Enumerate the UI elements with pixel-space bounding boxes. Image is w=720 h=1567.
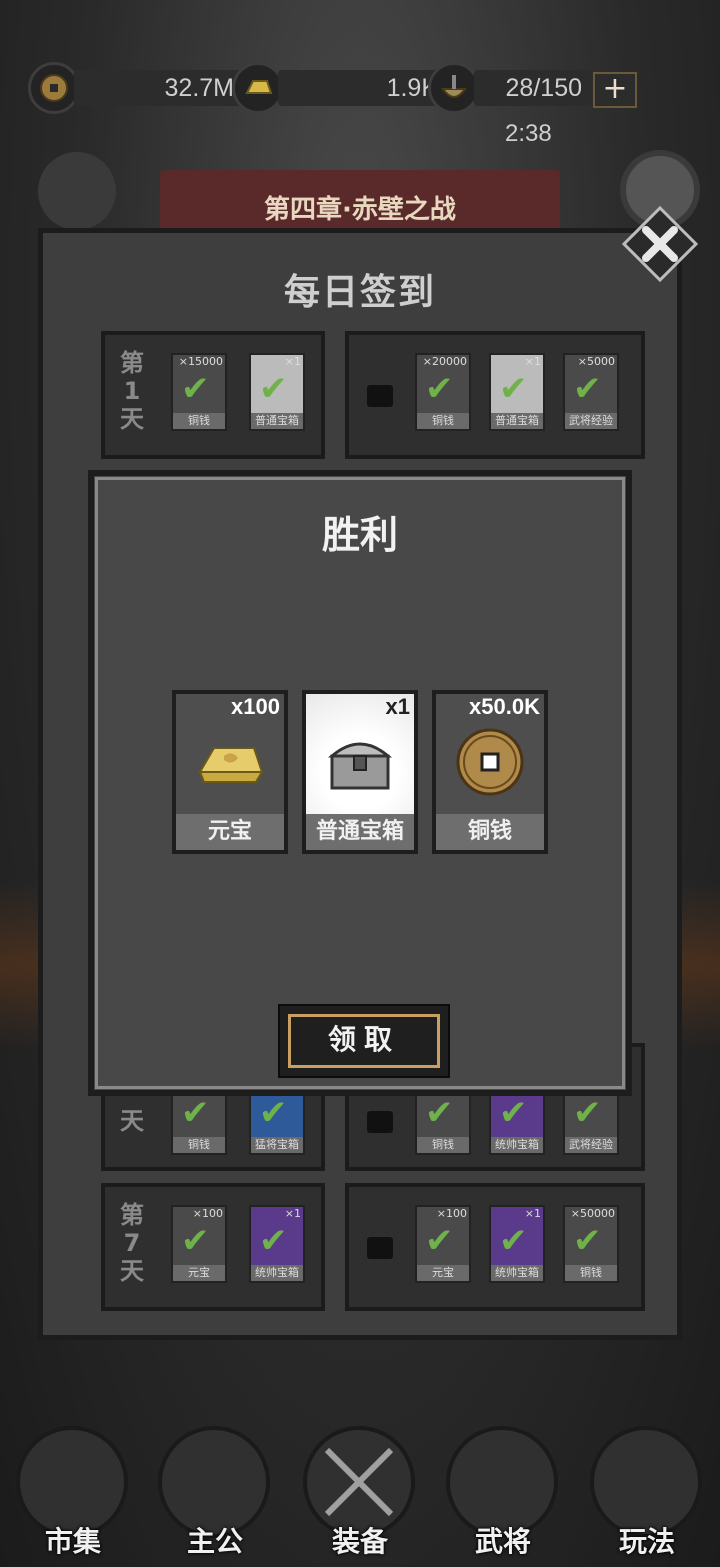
check-icon: ✔ bbox=[259, 1093, 288, 1133]
day1-card[interactable]: 第1天 ×15000 ✔ 铜钱 ×1 ✔ 普通宝箱 bbox=[101, 331, 325, 459]
gold-ingot-icon bbox=[232, 62, 284, 114]
video-camera-icon bbox=[367, 1237, 393, 1259]
reward-item: ×1 ✔ 普通宝箱 bbox=[249, 353, 305, 431]
reward-item: ×50000 ✔ 铜钱 bbox=[563, 1205, 619, 1283]
victory-modal: 胜利 x100 元宝 x1 普通宝箱 x50.0K 铜钱 领取 bbox=[88, 470, 632, 1096]
day7-video-card[interactable]: ×100 ✔ 元宝 ×1 ✔ 统帅宝箱 ×50000 ✔ 铜钱 bbox=[345, 1183, 645, 1311]
reward-item: ×1 ✔ 统帅宝箱 bbox=[489, 1205, 545, 1283]
check-icon: ✔ bbox=[573, 369, 602, 409]
claim-button[interactable]: 领取 bbox=[278, 1004, 450, 1078]
reward-item-yuanbao[interactable]: x100 元宝 bbox=[172, 690, 288, 854]
check-icon: ✔ bbox=[425, 1093, 454, 1133]
check-icon: ✔ bbox=[181, 1221, 210, 1261]
book-icon[interactable] bbox=[38, 152, 116, 230]
stamina-timer: 2:38 bbox=[505, 120, 552, 147]
gold-ingot-icon bbox=[198, 747, 264, 783]
reward-item: ×15000 ✔ 铜钱 bbox=[171, 353, 227, 431]
chapter-banner: 第四章·赤壁之战 bbox=[160, 170, 560, 230]
day1-label: 第1天 bbox=[120, 349, 144, 433]
claim-button-label: 领取 bbox=[288, 1014, 440, 1068]
close-icon bbox=[621, 205, 699, 283]
day1-video-card[interactable]: ×20000 ✔ 铜钱 ×1 ✔ 普通宝箱 ×5000 ✔ 武将经验 bbox=[345, 331, 645, 459]
gold-value: 1.9K bbox=[278, 70, 448, 106]
video-camera-icon bbox=[367, 1111, 393, 1133]
check-icon: ✔ bbox=[499, 369, 528, 409]
stamina-value: 28/150 bbox=[474, 70, 592, 106]
check-icon: ✔ bbox=[425, 1221, 454, 1261]
treasure-chest-icon bbox=[327, 742, 393, 790]
day7-label: 第7天 bbox=[120, 1201, 144, 1285]
day7-card[interactable]: 第7天 ×100 ✔ 元宝 ×1 ✔ 统帅宝箱 bbox=[101, 1183, 325, 1311]
nav-generals[interactable]: 武将 bbox=[440, 1408, 566, 1558]
reward-item: ×100 ✔ 元宝 bbox=[415, 1205, 471, 1283]
reward-item: ×1 ✔ 统帅宝箱 bbox=[249, 1205, 305, 1283]
reward-item: ×20000 ✔ 铜钱 bbox=[415, 353, 471, 431]
check-icon: ✔ bbox=[499, 1093, 528, 1133]
add-stamina-button[interactable]: + bbox=[593, 72, 637, 108]
coins-value: 32.7M bbox=[74, 70, 244, 106]
incense-pot-icon bbox=[428, 62, 480, 114]
nav-equipment[interactable]: 装备 bbox=[297, 1408, 423, 1558]
check-icon: ✔ bbox=[259, 369, 288, 409]
day6-label: 天 bbox=[120, 1107, 144, 1135]
nav-market[interactable]: 市集 bbox=[10, 1408, 136, 1558]
reward-item: ×5000 ✔ 武将经验 bbox=[563, 353, 619, 431]
check-icon: ✔ bbox=[573, 1221, 602, 1261]
panel-title: 每日签到 bbox=[283, 272, 436, 313]
check-icon: ✔ bbox=[259, 1221, 288, 1261]
coin-icon bbox=[28, 62, 80, 114]
victory-title: 胜利 bbox=[321, 513, 398, 557]
close-button[interactable] bbox=[621, 205, 699, 283]
reward-item-coins[interactable]: x50.0K 铜钱 bbox=[432, 690, 548, 854]
reward-item: ×100 ✔ 元宝 bbox=[171, 1205, 227, 1283]
check-icon: ✔ bbox=[425, 369, 454, 409]
reward-item-chest[interactable]: x1 普通宝箱 bbox=[302, 690, 418, 854]
copper-coin-icon bbox=[456, 728, 524, 796]
nav-gameplay[interactable]: 玩法 bbox=[584, 1408, 710, 1558]
check-icon: ✔ bbox=[573, 1093, 602, 1133]
check-icon: ✔ bbox=[181, 1093, 210, 1133]
check-icon: ✔ bbox=[499, 1221, 528, 1261]
reward-item: ×1 ✔ 普通宝箱 bbox=[489, 353, 545, 431]
video-camera-icon bbox=[367, 385, 393, 407]
nav-lord[interactable]: 主公 bbox=[152, 1408, 278, 1558]
check-icon: ✔ bbox=[181, 369, 210, 409]
